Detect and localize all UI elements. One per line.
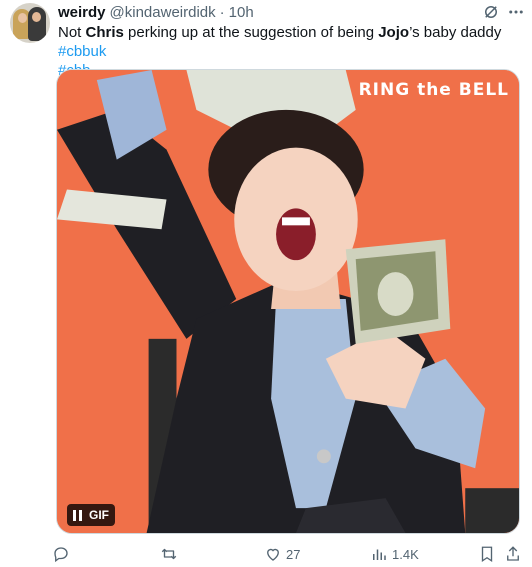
tweet-text-part: perking up at the suggestion of being (123, 24, 379, 41)
gif-media[interactable]: RING the BELL GIF (56, 69, 520, 534)
gif-badge[interactable]: GIF (67, 504, 115, 526)
retweet-icon (161, 548, 177, 560)
like-count: 27 (286, 546, 301, 562)
tweet[interactable]: weirdy @kindaweirdidk · 10h Not Chris pe… (0, 0, 532, 567)
mention-chris: Chris (85, 24, 124, 41)
views-count: 1.4K (392, 546, 419, 562)
bookmark-button[interactable] (478, 544, 496, 564)
pause-icon[interactable] (73, 509, 83, 521)
retweet-button[interactable] (160, 544, 182, 564)
separator-dot: · (219, 3, 225, 21)
gif-frame (57, 70, 519, 533)
bookmark-icon (481, 546, 493, 563)
grok-icon[interactable] (482, 3, 500, 21)
hashtag-cbbuk[interactable]: #cbbuk (58, 43, 106, 60)
display-name[interactable]: weirdy (58, 4, 106, 21)
more-options-icon[interactable] (507, 3, 525, 21)
tweet-header: weirdy @kindaweirdidk · 10h (58, 3, 254, 21)
reply-button[interactable] (52, 544, 74, 564)
tweet-text-part: ’s baby daddy (409, 24, 502, 41)
views-icon (373, 549, 386, 560)
mention-jojo: Jojo (378, 24, 410, 41)
views-button[interactable]: 1.4K (370, 544, 419, 564)
reply-icon (54, 547, 68, 563)
user-handle[interactable]: @kindaweirdidk (110, 4, 216, 21)
share-icon (507, 546, 519, 561)
heart-icon (267, 548, 279, 561)
tweet-actions: 27 1.4K (52, 544, 522, 564)
avatar[interactable] (10, 3, 50, 43)
timestamp[interactable]: 10h (229, 4, 254, 21)
gif-label: GIF (89, 508, 109, 522)
ring-the-bell-logo: RING the BELL (358, 80, 509, 100)
share-button[interactable] (504, 544, 522, 564)
tweet-text-part: Not (58, 24, 86, 41)
like-button[interactable]: 27 (264, 544, 300, 564)
